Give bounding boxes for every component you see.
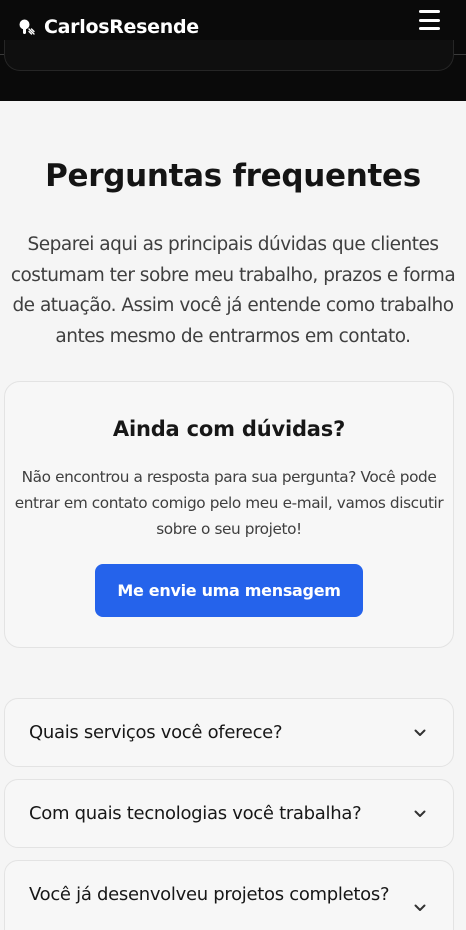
- brand-name: CarlosResende: [44, 16, 199, 38]
- site-header: CarlosResende: [0, 0, 466, 101]
- header-card-edge: [4, 40, 454, 71]
- contact-card: Ainda com dúvidas? Não encontrou a respo…: [4, 381, 454, 648]
- chevron-down-icon: [414, 810, 426, 817]
- chevron-down-icon: [414, 729, 426, 736]
- hamburger-menu-icon[interactable]: [419, 10, 440, 30]
- section-title: Perguntas frequentes: [45, 158, 421, 194]
- faq-question: Você já desenvolveu projetos completos?: [29, 884, 390, 905]
- paint-brush-icon: [19, 19, 35, 35]
- faq-item[interactable]: Você já desenvolveu projetos completos?: [4, 860, 454, 930]
- faq-question: Com quais tecnologias você trabalha?: [29, 802, 362, 824]
- faq-question: Quais serviços você oferece?: [29, 721, 283, 743]
- brand-logo-link[interactable]: CarlosResende: [18, 16, 199, 38]
- contact-card-title: Ainda com dúvidas?: [112, 417, 346, 441]
- faq-item[interactable]: Com quais tecnologias você trabalha?: [4, 779, 454, 848]
- section-intro: Separei aqui as principais dúvidas que c…: [10, 234, 456, 347]
- chevron-down-icon: [414, 904, 426, 911]
- faq-item[interactable]: Quais serviços você oferece?: [4, 698, 454, 767]
- contact-card-description: Não encontrou a resposta para sua pergun…: [14, 468, 444, 538]
- send-message-button[interactable]: Me envie uma mensagem: [95, 564, 363, 617]
